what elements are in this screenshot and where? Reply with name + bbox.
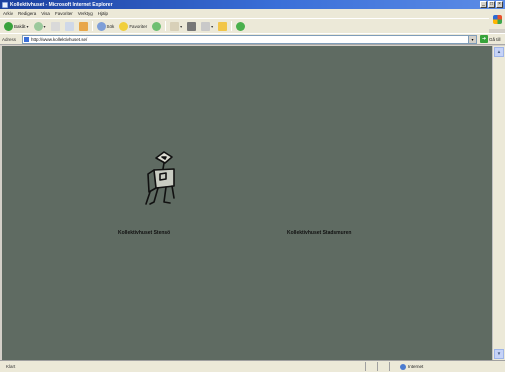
history-button[interactable]: [151, 21, 162, 32]
seated-figure-drawing: [145, 151, 175, 205]
zone-label: Internet: [408, 364, 424, 369]
maximize-button[interactable]: □: [488, 1, 495, 8]
status-cell: [365, 362, 377, 371]
go-label: Gå till: [489, 36, 501, 42]
home-button[interactable]: [78, 21, 89, 32]
back-dropdown-icon[interactable]: ▾: [27, 24, 29, 29]
windows-logo-icon: [492, 14, 502, 24]
window-title: Kollektivhuset - Microsoft Internet Expl…: [10, 1, 113, 8]
status-bar: Klart Internet: [0, 360, 505, 372]
toolbar-separator: [165, 21, 167, 31]
toolbar-separator: [231, 21, 233, 31]
stop-button[interactable]: [50, 21, 61, 32]
favorites-star-icon: [119, 21, 129, 31]
scroll-down-button[interactable]: ▼: [494, 349, 504, 359]
print-button[interactable]: [186, 21, 197, 32]
messenger-button[interactable]: [235, 21, 246, 32]
menu-favorites[interactable]: Favoriter: [55, 11, 73, 16]
minimize-button[interactable]: _: [480, 1, 487, 8]
window-controls: _ □ ×: [480, 1, 503, 8]
edit-icon: [201, 21, 211, 31]
stop-icon: [50, 21, 60, 31]
status-cell: [377, 362, 389, 371]
link-kollektivhuset-stadsmuren[interactable]: Kollektivhuset Stadsmuren: [287, 230, 351, 236]
go-arrow-icon: ➜: [480, 35, 488, 43]
close-button[interactable]: ×: [496, 1, 503, 8]
edit-button[interactable]: ▾: [200, 21, 214, 32]
security-zone: Internet: [389, 362, 423, 371]
address-bar: Adress http://www.kollektivhuset.se/ ▾ ➜…: [0, 33, 505, 45]
forward-dropdown-icon[interactable]: ▾: [44, 24, 46, 29]
standard-toolbar: Bakåt ▾ ▾ Sök Favoriter ▾ ▾: [0, 18, 489, 33]
menu-view[interactable]: Visa: [41, 11, 50, 16]
edit-dropdown-icon[interactable]: ▾: [211, 24, 213, 29]
page-content: Kollektivhuset Stensö Kollektivhuset Sta…: [2, 46, 492, 360]
browser-window: Kollektivhuset - Microsoft Internet Expl…: [0, 0, 505, 372]
messenger-icon: [236, 21, 246, 31]
address-dropdown-icon[interactable]: ▾: [468, 35, 476, 43]
menu-help[interactable]: Hjälp: [98, 11, 108, 16]
toolbar-separator: [91, 21, 93, 31]
status-text: Klart: [6, 364, 16, 369]
folder-icon: [218, 21, 228, 31]
print-icon: [187, 21, 197, 31]
menu-edit[interactable]: Redigera: [18, 11, 36, 16]
mail-dropdown-icon[interactable]: ▾: [180, 24, 182, 29]
address-label: Adress: [2, 36, 17, 42]
favorites-button[interactable]: Favoriter: [118, 21, 148, 32]
search-button[interactable]: Sök: [96, 21, 116, 32]
forward-arrow-icon: [33, 21, 43, 31]
link-kollektivhuset-stenso[interactable]: Kollektivhuset Stensö: [118, 230, 170, 236]
title-bar[interactable]: Kollektivhuset - Microsoft Internet Expl…: [0, 0, 505, 9]
home-icon: [78, 21, 88, 31]
search-icon: [96, 21, 106, 31]
seated-figure-illustration[interactable]: [128, 148, 194, 258]
back-button[interactable]: Bakåt ▾: [3, 21, 30, 32]
menu-file[interactable]: Arkiv: [3, 11, 13, 16]
ie-page-icon: [2, 1, 8, 8]
menu-bar: Arkiv Redigera Visa Favoriter Verktyg Hj…: [0, 9, 505, 18]
internet-globe-icon: [400, 363, 406, 370]
search-label: Sök: [106, 23, 115, 29]
refresh-icon: [64, 21, 74, 31]
go-button[interactable]: ➜ Gå till: [480, 35, 501, 43]
page-favicon-icon: [24, 36, 29, 42]
windows-logo-throbber: [489, 9, 505, 29]
back-arrow-icon: [4, 21, 13, 31]
address-url[interactable]: http://www.kollektivhuset.se/: [31, 37, 87, 42]
favorites-label: Favoriter: [129, 23, 148, 29]
mail-button[interactable]: ▾: [169, 21, 183, 32]
vertical-scrollbar[interactable]: ▲ ▼: [492, 46, 505, 360]
history-icon: [152, 21, 162, 31]
forward-button[interactable]: ▾: [33, 21, 47, 32]
address-input[interactable]: http://www.kollektivhuset.se/ ▾: [22, 34, 477, 44]
back-label: Bakåt: [14, 23, 26, 29]
scroll-up-button[interactable]: ▲: [494, 47, 504, 57]
refresh-button[interactable]: [64, 21, 75, 32]
mail-icon: [170, 21, 180, 31]
menu-tools[interactable]: Verktyg: [78, 11, 93, 16]
folder-button[interactable]: [217, 21, 228, 32]
